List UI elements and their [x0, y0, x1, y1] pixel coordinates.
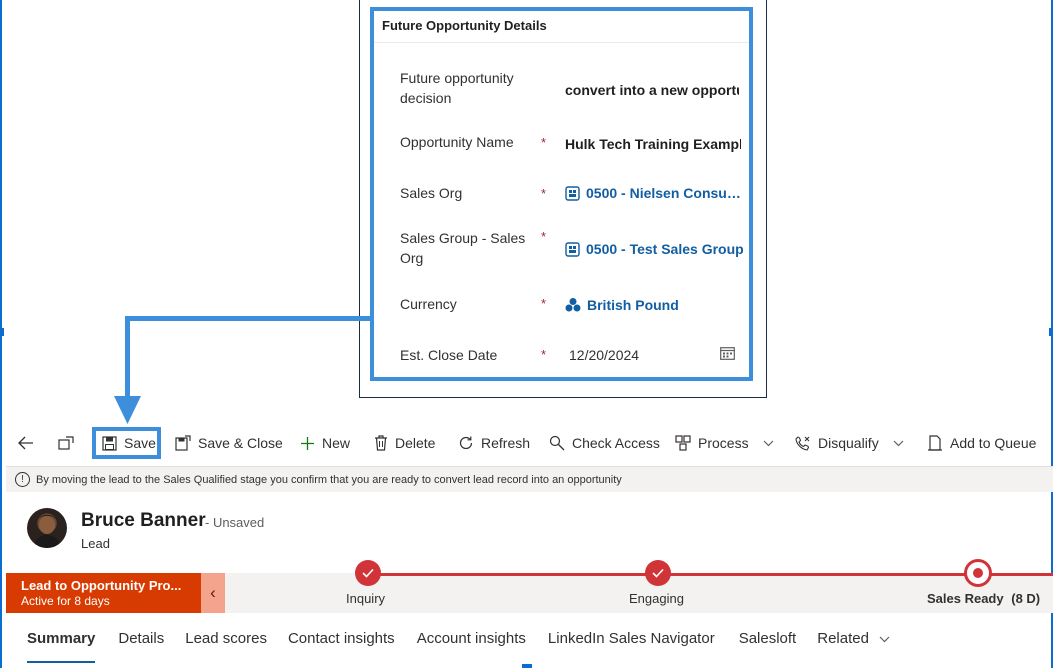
field-label-decision: Future opportunity decision [400, 70, 514, 106]
org-icon [565, 241, 580, 257]
new-window-icon [58, 436, 74, 450]
process-duration: Active for 8 days [21, 594, 110, 608]
section-title: Future Opportunity Details [382, 18, 547, 33]
stage-label-inquiry[interactable]: Inquiry [346, 591, 385, 606]
connector-line [125, 316, 130, 398]
chevron-down-icon [879, 636, 890, 643]
new-button[interactable]: New [300, 424, 350, 462]
collapse-process-button[interactable]: ‹ [201, 573, 225, 613]
info-icon: ! [15, 472, 30, 487]
back-button[interactable] [18, 424, 41, 462]
process-name-flyout[interactable]: Lead to Opportunity Pro... Active for 8 … [6, 573, 201, 613]
tab-lead-scores[interactable]: Lead scores [185, 630, 267, 654]
tab-contact-insights[interactable]: Contact insights [288, 630, 395, 654]
delete-label: Delete [395, 435, 436, 451]
unsaved-status: - Unsaved [205, 515, 265, 530]
plus-icon [301, 436, 314, 450]
org-icon [565, 185, 580, 201]
currency-icon [565, 298, 581, 312]
notification-bar: ! By moving the lead to the Sales Qualif… [6, 466, 1053, 492]
avatar[interactable] [27, 508, 67, 548]
save-close-label: Save & Close [198, 435, 283, 451]
person-photo-icon [33, 515, 61, 548]
stage-duration: (8 D) [1011, 591, 1041, 606]
field-label-sales-org: Sales Org [400, 185, 463, 201]
refresh-icon [459, 436, 473, 450]
divider [374, 42, 749, 43]
tab-details[interactable]: Details [118, 630, 164, 654]
form-tabs: Summary Details Lead scores Contact insi… [27, 630, 913, 663]
tab-account-insights[interactable]: Account insights [417, 630, 526, 654]
sales-org-link[interactable]: 0500 - Nielsen Consumer LLC [586, 185, 746, 201]
stage-current-sales-ready[interactable] [964, 559, 992, 587]
tab-linkedin-sales-navigator[interactable]: LinkedIn Sales Navigator [548, 630, 715, 654]
process-label: Process [698, 435, 749, 451]
add-to-queue-label: Add to Queue [950, 435, 1037, 451]
queue-icon [928, 435, 942, 451]
field-label-opportunity-name: Opportunity Name [400, 134, 514, 150]
required-marker: * [541, 229, 547, 244]
check-access-label: Check Access [572, 435, 660, 451]
save-highlight-box [92, 427, 161, 459]
stage-label-sales-ready[interactable]: Sales Ready (8 D) [927, 591, 1040, 606]
field-value-decision[interactable]: convert into a new opportunity [565, 82, 739, 98]
new-label: New [322, 435, 351, 451]
save-close-button[interactable]: Save & Close [175, 424, 283, 462]
save-close-icon [175, 435, 191, 451]
field-label-sales-group: Sales Group - Sales Org [400, 230, 526, 266]
stage-complete-engaging[interactable] [645, 560, 671, 586]
search-person-icon [549, 435, 565, 451]
process-name: Lead to Opportunity Pro... [21, 578, 182, 593]
process-icon [675, 435, 691, 451]
disqualify-label: Disqualify [818, 435, 879, 451]
resize-handle [1049, 328, 1053, 336]
stage-name: Sales Ready [927, 591, 1004, 606]
field-label-close-date: Est. Close Date [400, 347, 498, 363]
phone-disconnect-icon [795, 436, 810, 451]
record-title: Bruce Banner [81, 510, 206, 531]
required-marker: * [541, 186, 547, 201]
check-icon [652, 568, 664, 578]
disqualify-button[interactable]: Disqualify [795, 424, 904, 462]
check-access-button[interactable]: Check Access [549, 424, 660, 462]
calendar-icon[interactable] [720, 346, 735, 360]
field-value-sales-group[interactable]: 0500 - Test Sales Group [565, 241, 747, 257]
chevron-down-icon [893, 440, 904, 446]
check-icon [362, 568, 374, 578]
chevron-left-icon: ‹ [210, 583, 216, 602]
tab-summary[interactable]: Summary [27, 630, 96, 663]
resize-handle [522, 664, 532, 668]
field-label-currency: Currency [400, 296, 457, 312]
connector-line [125, 316, 371, 321]
sales-group-link[interactable]: 0500 - Test Sales Group [586, 241, 744, 257]
required-marker: * [541, 296, 547, 311]
required-marker: * [541, 347, 547, 362]
stage-complete-inquiry[interactable] [355, 560, 381, 586]
field-value-sales-org[interactable]: 0500 - Nielsen Consumer LLC [565, 185, 747, 201]
delete-button[interactable]: Delete [374, 424, 435, 462]
field-value-opportunity-name[interactable]: Hulk Tech Training Example [565, 136, 741, 152]
open-new-window-button[interactable] [58, 424, 81, 462]
arrow-head-icon [114, 396, 141, 424]
back-arrow-icon [18, 436, 33, 450]
tab-related-label: Related [817, 630, 869, 647]
field-value-close-date[interactable]: 12/20/2024 [569, 347, 639, 363]
chevron-down-icon [763, 440, 774, 446]
add-to-queue-button[interactable]: Add to Queue [927, 424, 1036, 462]
required-marker: * [541, 135, 547, 150]
refresh-label: Refresh [481, 435, 531, 451]
notification-text: By moving the lead to the Sales Qualifie… [36, 473, 622, 486]
currency-link[interactable]: British Pound [587, 297, 679, 313]
refresh-button[interactable]: Refresh [458, 424, 530, 462]
process-progress-line [362, 573, 1053, 576]
resize-handle [0, 328, 4, 336]
process-button[interactable]: Process [675, 424, 774, 462]
entity-name: Lead [81, 536, 110, 551]
tab-salesloft[interactable]: Salesloft [739, 630, 797, 654]
tab-related[interactable]: Related [817, 630, 890, 654]
stage-label-engaging[interactable]: Engaging [629, 591, 684, 606]
trash-icon [375, 435, 387, 451]
field-value-currency[interactable]: British Pound [565, 297, 747, 313]
